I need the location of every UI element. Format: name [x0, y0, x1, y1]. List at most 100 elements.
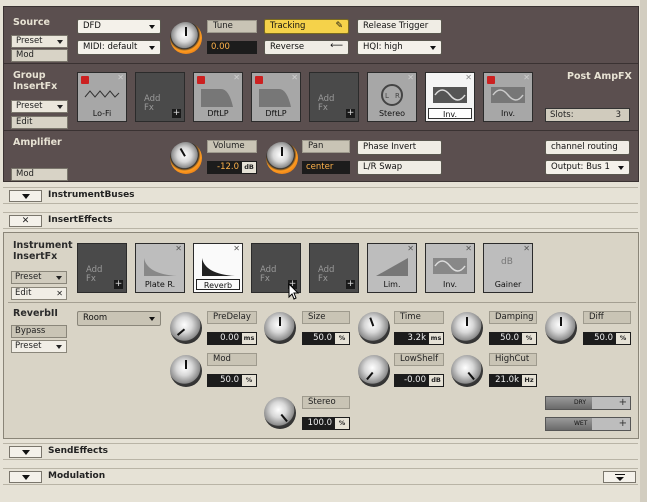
time-unit: ms [429, 333, 443, 344]
output-dropdown[interactable]: Output: Bus 1 [545, 160, 630, 175]
close-icon[interactable]: ✕ [117, 73, 124, 82]
group-edit-tab[interactable]: Edit [11, 116, 68, 129]
predelay-value[interactable]: 0.00 ms [207, 332, 257, 345]
time-knob[interactable] [358, 312, 390, 344]
fx-slot-inv-2[interactable]: ✕ Inv. [483, 72, 533, 122]
send-effects-header[interactable]: SendEffects [3, 443, 638, 460]
size-value[interactable]: 50.0% [302, 332, 350, 345]
damping-label: Damping [489, 311, 537, 324]
add-icon[interactable]: + [172, 109, 181, 118]
close-icon[interactable]: ✕ [465, 73, 472, 82]
highcut-knob[interactable] [451, 355, 483, 387]
lowpass-curve-icon [259, 89, 291, 107]
close-icon[interactable]: ✕ [175, 244, 182, 253]
expand-toggle[interactable] [9, 446, 42, 458]
fx-slot-inv-1[interactable]: ✕ Inv. [425, 72, 475, 122]
insert-effects-header[interactable]: ✕ InsertEffects [3, 212, 638, 229]
instrument-edit-tab[interactable]: Edit ✕ [11, 287, 67, 300]
fx-slot-gainer[interactable]: ✕ dB Gainer [483, 243, 533, 293]
time-value[interactable]: 3.2k ms [394, 332, 444, 345]
instrument-preset-menu[interactable]: Preset [11, 271, 67, 284]
fx-slot-limiter[interactable]: ✕ Lim. [367, 243, 417, 293]
phase-invert-button[interactable]: Phase Invert [357, 140, 442, 155]
stereo-knob[interactable] [264, 397, 296, 429]
release-trigger-button[interactable]: Release Trigger [357, 19, 442, 34]
slots-field[interactable]: Slots: 3 [545, 108, 630, 122]
reverb-preset-menu[interactable]: Preset [11, 340, 67, 353]
bypass-button[interactable]: Bypass [11, 325, 67, 338]
add-icon[interactable]: + [346, 109, 355, 118]
mod-label: Mod [207, 353, 257, 366]
volume-value[interactable]: -12.0 dB [207, 161, 257, 174]
pan-value[interactable]: center [302, 161, 350, 174]
knob-pointer [366, 371, 374, 381]
add-icon[interactable]: + [114, 280, 123, 289]
source-preset-menu[interactable]: Preset [11, 35, 68, 48]
close-icon[interactable]: ✕ [56, 288, 63, 299]
reverse-button[interactable]: Reverse ⟵ [264, 40, 349, 55]
mod-value[interactable]: 50.0% [207, 374, 257, 387]
fx-slot-plate-reverb[interactable]: ✕ Plate R. [135, 243, 185, 293]
chevron-down-icon [430, 46, 436, 50]
close-icon[interactable]: ✕ [233, 244, 240, 253]
fx-slot-stereo[interactable]: ✕ LR Stereo [367, 72, 417, 122]
stereo-value[interactable]: 100.0% [302, 417, 350, 430]
wet-slider[interactable]: WET + [545, 417, 631, 431]
close-icon[interactable]: ✕ [465, 244, 472, 253]
fx-slot-empty[interactable]: Add Fx + [77, 243, 127, 293]
close-icon[interactable]: ✕ [407, 73, 414, 82]
stereo-icon: LR [381, 84, 403, 106]
mod-knob[interactable] [170, 355, 202, 387]
damping-value[interactable]: 50.0% [489, 332, 537, 345]
damping-knob[interactable] [451, 312, 483, 344]
gainer-db-icon: dB [501, 257, 513, 267]
tune-knob[interactable] [170, 22, 202, 54]
close-icon[interactable]: ✕ [233, 73, 240, 82]
fx-slot-empty[interactable]: Add Fx + [135, 72, 185, 122]
chevron-down-icon [57, 40, 63, 44]
diff-knob[interactable] [545, 312, 577, 344]
highcut-value[interactable]: 21.0k Hz [489, 374, 537, 387]
hqi-dropdown[interactable]: HQI: high [357, 40, 442, 55]
close-icon[interactable]: ✕ [291, 73, 298, 82]
lowshelf-value[interactable]: -0.00 dB [394, 374, 444, 387]
modulation-options-button[interactable] [603, 471, 636, 483]
room-dropdown[interactable]: Room [77, 311, 161, 326]
tune-value[interactable]: 0.00 [207, 41, 257, 54]
fx-slot-lofi[interactable]: ✕ Lo-Fi [77, 72, 127, 122]
highcut-unit: Hz [522, 375, 536, 386]
fx-slot-inv[interactable]: ✕ Inv. [425, 243, 475, 293]
lowshelf-label: LowShelf [394, 353, 444, 366]
dry-slider[interactable]: DRY + [545, 396, 631, 410]
fx-slot-reverb[interactable]: ✕ Reverb [193, 243, 243, 293]
add-icon[interactable]: + [346, 280, 355, 289]
amplifier-mod-tab[interactable]: Mod [11, 168, 68, 181]
lowshelf-knob[interactable] [358, 355, 390, 387]
collapse-toggle[interactable]: ✕ [9, 215, 42, 227]
tracking-button[interactable]: Tracking ✎ [264, 19, 349, 34]
pan-knob[interactable] [266, 142, 298, 174]
channel-routing-button[interactable]: channel routing [545, 140, 630, 155]
engine-dropdown[interactable]: DFD [77, 19, 161, 34]
source-mod-tab[interactable]: Mod [11, 49, 68, 62]
diff-value[interactable]: 50.0% [583, 332, 631, 345]
instrument-buses-header[interactable]: InstrumentBuses [3, 187, 638, 204]
expand-toggle[interactable] [9, 471, 42, 483]
fx-slot-dftlp-1[interactable]: ✕ DftLP [193, 72, 243, 122]
knob-pointer [279, 317, 281, 326]
fx-slot-empty[interactable]: Add Fx + [309, 243, 359, 293]
fx-slot-dftlp-2[interactable]: ✕ DftLP [251, 72, 301, 122]
expand-toggle[interactable] [9, 190, 42, 202]
close-icon[interactable]: ✕ [523, 244, 530, 253]
midi-dropdown[interactable]: MIDI: default [77, 40, 161, 55]
lr-swap-button[interactable]: L/R Swap [357, 160, 442, 175]
size-knob[interactable] [264, 312, 296, 344]
fx-slot-empty[interactable]: Add Fx + [309, 72, 359, 122]
modulation-header[interactable]: Modulation [3, 468, 638, 485]
close-icon[interactable]: ✕ [407, 244, 414, 253]
close-icon[interactable]: ✕ [523, 73, 530, 82]
group-preset-menu[interactable]: Preset [11, 100, 68, 113]
scrollbar[interactable] [640, 0, 647, 502]
predelay-knob[interactable] [170, 312, 202, 344]
volume-knob[interactable] [170, 142, 202, 174]
